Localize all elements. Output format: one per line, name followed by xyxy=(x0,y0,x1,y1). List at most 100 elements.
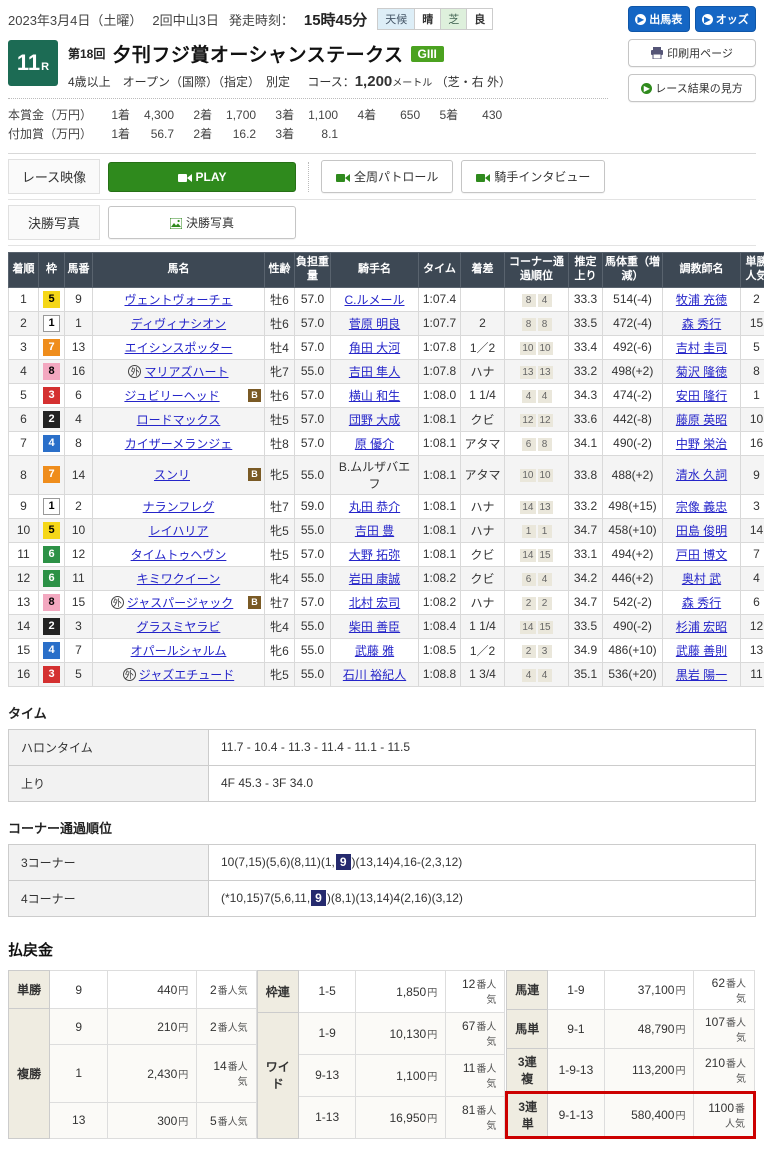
jockey-link[interactable]: C.ルメール xyxy=(344,293,404,307)
horse-link[interactable]: レイハリア xyxy=(149,524,209,538)
corner-section-title: コーナー通過順位 xyxy=(8,818,756,837)
jockey-interview-button[interactable]: 騎手インタビュー xyxy=(461,160,605,193)
how-to-read-button[interactable]: ▶レース結果の見方 xyxy=(628,74,756,102)
trainer-cell: 黒岩 陽一 xyxy=(663,662,741,686)
payout-combination: 1-13 xyxy=(298,1096,355,1138)
jockey-link[interactable]: 石川 裕紀人 xyxy=(343,668,406,682)
jockey-link[interactable]: 団野 大成 xyxy=(349,413,400,427)
trainer-link[interactable]: 戸田 博文 xyxy=(676,548,727,562)
trainer-cell: 奥村 武 xyxy=(663,566,741,590)
horse-link[interactable]: ディヴィナシオン xyxy=(131,317,226,331)
jockey-link[interactable]: 菅原 明良 xyxy=(349,317,400,331)
trainer-link[interactable]: 安田 隆行 xyxy=(676,389,727,403)
jockey-link[interactable]: 吉田 豊 xyxy=(355,524,394,538)
trainer-link[interactable]: 田島 俊明 xyxy=(676,524,727,538)
finish-photo-button[interactable]: 決勝写真 xyxy=(108,206,296,239)
trainer-link[interactable]: 奥村 武 xyxy=(682,572,721,586)
last-3f: 34.2 xyxy=(569,566,603,590)
trainer-link[interactable]: 森 秀行 xyxy=(682,317,721,331)
horse-weight: 442(-8) xyxy=(603,407,663,431)
column-header: コーナー通過順位 xyxy=(505,253,569,288)
start-time: 15時45分 xyxy=(304,9,367,30)
horse-link[interactable]: マリアズハート xyxy=(144,365,228,379)
jockey-link[interactable]: 吉田 隼人 xyxy=(349,365,400,379)
jockey-link[interactable]: 岩田 康誠 xyxy=(349,572,400,586)
horse-link[interactable]: ジャズエチュード xyxy=(139,668,234,682)
jockey-link[interactable]: 北村 宏司 xyxy=(349,596,400,610)
corner-position-badge: 8 xyxy=(522,294,536,307)
bracket-badge: 4 xyxy=(43,642,60,659)
trainer-cell: 藤原 英昭 xyxy=(663,407,741,431)
horse-link[interactable]: キミワクイーン xyxy=(137,572,220,586)
jockey-link[interactable]: 角田 大河 xyxy=(349,341,400,355)
horse-link[interactable]: ロードマックス xyxy=(137,413,221,427)
trainer-link[interactable]: 黒岩 陽一 xyxy=(676,668,727,682)
horse-link[interactable]: ジャスパージャック xyxy=(127,596,234,610)
horse-link[interactable]: オパールシャルム xyxy=(131,644,227,658)
horse-weight: 458(+10) xyxy=(603,518,663,542)
trainer-link[interactable]: 宗像 義忠 xyxy=(676,500,727,514)
horse-weight: 492(-6) xyxy=(603,335,663,359)
jockey-link[interactable]: 横山 和生 xyxy=(349,389,400,403)
win-favorite-rank: 8 xyxy=(741,359,764,383)
horse-link[interactable]: カイザーメランジェ xyxy=(125,437,233,451)
last-3f: 34.1 xyxy=(569,431,603,455)
carried-weight: 55.0 xyxy=(295,566,331,590)
trainer-link[interactable]: 藤原 英昭 xyxy=(676,413,727,427)
jockey-link[interactable]: 原 優介 xyxy=(355,437,394,451)
jockey-link[interactable]: 柴田 善臣 xyxy=(349,620,400,634)
trainer-link[interactable]: 吉村 圭司 xyxy=(676,341,727,355)
bracket-badge: 6 xyxy=(43,570,60,587)
bracket-badge: 7 xyxy=(43,466,60,483)
horse-number: 9 xyxy=(65,287,93,311)
bracket-badge: 3 xyxy=(43,666,60,683)
corner-position-badge: 1 xyxy=(522,525,536,538)
trainer-link[interactable]: 武藤 善則 xyxy=(676,644,727,658)
sex-age: 牡4 xyxy=(265,335,295,359)
horse-link[interactable]: グラスミヤラビ xyxy=(137,620,221,634)
horse-link[interactable]: エイシンスポッター xyxy=(125,341,233,355)
trainer-link[interactable]: 杉浦 宏昭 xyxy=(676,620,727,634)
last-3f: 33.3 xyxy=(569,287,603,311)
trainer-link[interactable]: 清水 久詞 xyxy=(676,468,727,482)
column-header: 馬番 xyxy=(65,253,93,288)
patrol-video-button[interactable]: 全周パトロール xyxy=(321,160,453,193)
print-page-button[interactable]: 印刷用ページ xyxy=(628,39,756,67)
race-video-row: レース映像 PLAY 全周パトロール 騎手インタビュー xyxy=(8,154,756,200)
corner-position-badge: 4 xyxy=(522,669,536,682)
trainer-link[interactable]: 菊沢 隆徳 xyxy=(676,365,727,379)
trainer-link[interactable]: 牧浦 充徳 xyxy=(676,293,727,307)
horse-link[interactable]: タイムトゥヘヴン xyxy=(131,548,227,562)
horse-link[interactable]: スンリ xyxy=(154,468,190,482)
payout-favorite-rank: 14番人気 xyxy=(197,1045,256,1103)
jockey-cell: 丸田 恭介 xyxy=(331,494,419,518)
win-favorite-rank: 4 xyxy=(741,566,764,590)
payout-combination: 1-5 xyxy=(298,970,355,1012)
header-actions: ▶出馬表 ▶オッズ 印刷用ページ ▶レース結果の見方 xyxy=(628,6,756,102)
entry-table-button[interactable]: ▶出馬表 xyxy=(628,6,690,32)
payout-combination: 13 xyxy=(50,1102,108,1138)
weather-track-badges: 天候晴芝良 xyxy=(377,8,493,30)
horse-weight: 514(-4) xyxy=(603,287,663,311)
jockey-link[interactable]: 武藤 雅 xyxy=(355,644,394,658)
arrow-circle-icon: ▶ xyxy=(641,83,652,94)
jockey-cell: 原 優介 xyxy=(331,431,419,455)
trainer-link[interactable]: 中野 栄治 xyxy=(676,437,727,451)
play-button[interactable]: PLAY xyxy=(108,162,296,192)
jockey-link[interactable]: 大野 拓弥 xyxy=(349,548,400,562)
odds-button[interactable]: ▶オッズ xyxy=(695,6,757,32)
jockey-link[interactable]: 丸田 恭介 xyxy=(349,500,400,514)
payout-favorite-rank: 81番人気 xyxy=(446,1096,505,1138)
horse-number: 15 xyxy=(65,590,93,614)
trainer-cell: 森 秀行 xyxy=(663,311,741,335)
horse-link[interactable]: ヴェントヴォーチェ xyxy=(124,293,232,307)
trainer-link[interactable]: 森 秀行 xyxy=(682,596,721,610)
horse-link[interactable]: ナランフレグ xyxy=(143,500,215,514)
horse-link[interactable]: ジュビリーヘッド xyxy=(124,389,219,403)
payout-combination: 1-9 xyxy=(298,1012,355,1054)
finish-position: 2 xyxy=(9,311,39,335)
last-3f: 33.6 xyxy=(569,407,603,431)
trainer-cell: 清水 久詞 xyxy=(663,455,741,494)
corner4-label: 4コーナー xyxy=(9,880,209,916)
sex-age: 牝6 xyxy=(265,638,295,662)
